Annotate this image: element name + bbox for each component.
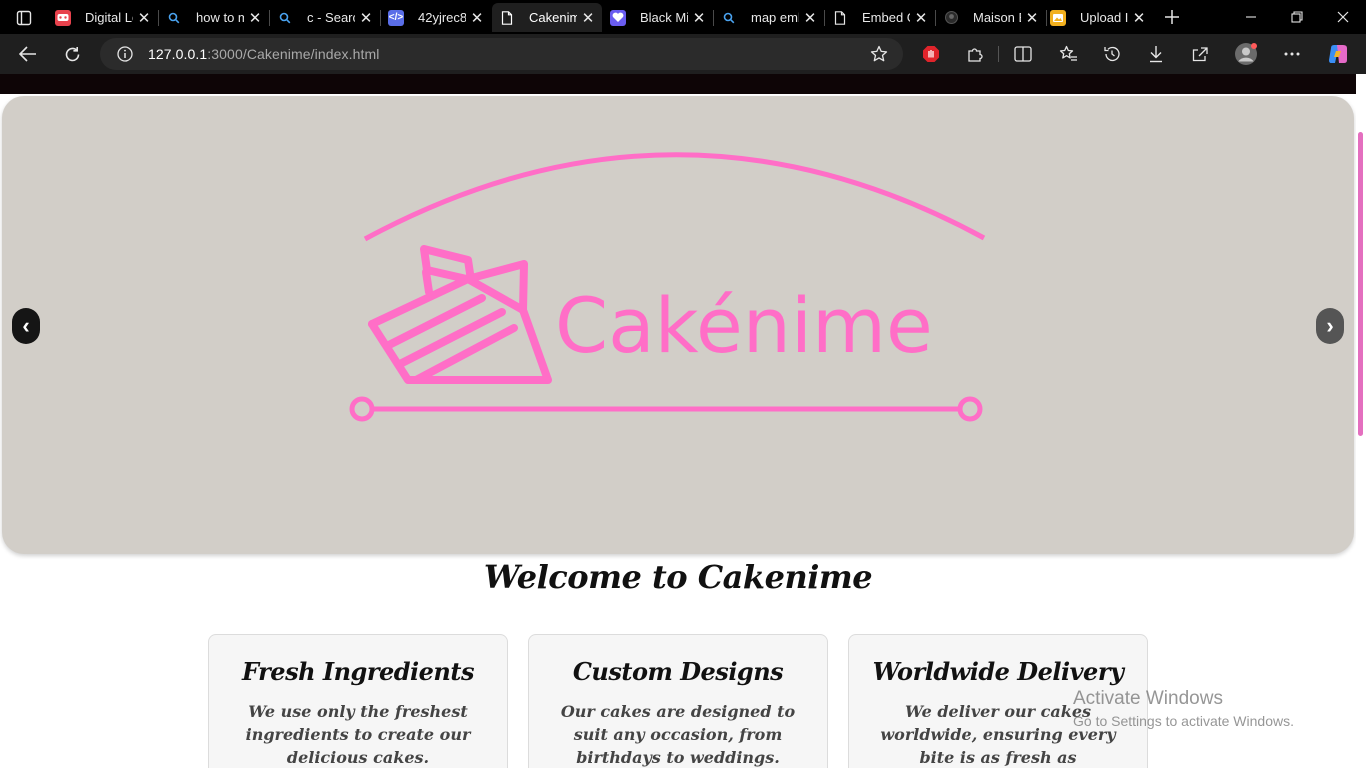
activate-windows-title: Activate Windows — [1073, 688, 1223, 709]
tab-title: map emb — [751, 10, 799, 25]
close-icon[interactable]: ✕ — [470, 10, 484, 27]
address-bar[interactable]: 127.0.0.1:3000/Cakenime/index.html — [100, 38, 903, 70]
tab-upload-ir[interactable]: Upload Ir ✕ — [1043, 3, 1153, 32]
profile-avatar[interactable] — [1231, 40, 1261, 68]
tab-title: Embed G — [862, 10, 910, 25]
feature-text: Our cakes are designed to suit any occas… — [560, 702, 796, 767]
feature-card-fresh-ingredients: Fresh Ingredients We use only the freshe… — [208, 634, 508, 768]
tab-title: 42yjrec8f — [418, 10, 466, 25]
close-icon[interactable]: ✕ — [1132, 10, 1146, 27]
game-controller-icon — [55, 9, 71, 26]
tab-embed-g[interactable]: Embed G ✕ — [825, 3, 935, 32]
adblock-icon[interactable] — [916, 40, 946, 68]
refresh-button[interactable] — [57, 40, 87, 68]
carousel-next-button[interactable]: › — [1316, 308, 1344, 344]
restore-button[interactable] — [1274, 0, 1320, 34]
copilot-icon[interactable] — [1323, 40, 1353, 68]
favorite-star-icon[interactable] — [869, 44, 889, 64]
page-scrollbar[interactable] — [1356, 74, 1366, 768]
page-icon — [832, 10, 848, 26]
browser-toolbar: 127.0.0.1:3000/Cakenime/index.html — [0, 34, 1366, 74]
extensions-icon[interactable] — [960, 40, 990, 68]
browser-tab-strip: Digital Lo ✕ how to m ✕ c - Search ✕ </>… — [0, 0, 1366, 34]
search-icon — [166, 10, 182, 26]
tab-title: c - Search — [307, 10, 355, 25]
code-icon: </> — [388, 9, 404, 26]
github-icon — [943, 10, 959, 26]
favorites-icon[interactable] — [1053, 40, 1083, 68]
search-icon — [721, 10, 737, 26]
url-text[interactable]: 127.0.0.1:3000/Cakenime/index.html — [148, 46, 379, 62]
tab-how-to-m[interactable]: how to m ✕ — [159, 3, 269, 32]
page-icon — [499, 10, 515, 26]
feature-title: Custom Designs — [572, 657, 784, 686]
tab-c-search[interactable]: c - Search ✕ — [270, 3, 380, 32]
close-window-button[interactable] — [1320, 0, 1366, 34]
site-info-icon[interactable] — [116, 45, 134, 63]
cakenime-logo: Cakénime — [349, 152, 986, 422]
scrollbar-thumb[interactable] — [1358, 132, 1363, 436]
feature-title: Fresh Ingredients — [242, 657, 474, 686]
activate-windows-subtitle: Go to Settings to activate Windows. — [1073, 713, 1294, 729]
hero-carousel: Cakénime ‹ › — [2, 96, 1354, 554]
tab-digital-lo[interactable]: Digital Lo ✕ — [48, 3, 158, 32]
back-button[interactable] — [13, 40, 43, 68]
downloads-icon[interactable] — [1141, 40, 1171, 68]
minimize-button[interactable] — [1228, 0, 1274, 34]
logo-wordmark: Cakénime — [555, 281, 933, 370]
feature-card-custom-designs: Custom Designs Our cakes are designed to… — [528, 634, 828, 768]
close-icon[interactable]: ✕ — [137, 10, 151, 27]
page-viewport: Cakénime ‹ › Welcome to Cakenime Fresh I… — [0, 74, 1366, 768]
tab-title: Maison E — [973, 10, 1021, 25]
close-icon[interactable]: ✕ — [359, 10, 373, 27]
split-screen-icon[interactable] — [1008, 40, 1038, 68]
tab-title: Digital Lo — [85, 10, 133, 25]
upload-icon — [1050, 9, 1066, 26]
heart-icon — [610, 9, 626, 26]
close-icon[interactable]: ✕ — [1025, 10, 1039, 27]
close-icon[interactable]: ✕ — [914, 10, 928, 27]
site-header — [0, 74, 1356, 94]
history-icon[interactable] — [1097, 40, 1127, 68]
tab-title: Black Min — [640, 10, 688, 25]
carousel-prev-button[interactable]: ‹ — [12, 308, 40, 344]
feature-text: We use only the freshest ingredients to … — [245, 702, 471, 767]
close-icon[interactable]: ✕ — [692, 10, 706, 27]
toolbar-divider — [998, 46, 999, 62]
url-host: 127.0.0.1 — [148, 46, 208, 62]
new-tab-button[interactable] — [1158, 4, 1186, 30]
page-title: Welcome to Cakenime — [483, 558, 873, 596]
tab-title: Upload Ir — [1080, 10, 1128, 25]
more-menu-icon[interactable] — [1277, 40, 1307, 68]
activate-windows-watermark: Activate Windows Go to Settings to activ… — [1073, 688, 1294, 729]
close-icon[interactable]: ✕ — [803, 10, 817, 27]
close-icon[interactable]: ✕ — [248, 10, 262, 27]
tab-map-emb[interactable]: map emb ✕ — [714, 3, 824, 32]
tab-cakenime[interactable]: Cakenime ✕ — [492, 3, 602, 32]
tab-black-min[interactable]: Black Min ✕ — [603, 3, 713, 32]
tab-42yjrec8f[interactable]: </> 42yjrec8f ✕ — [381, 3, 491, 32]
tab-title: how to m — [196, 10, 244, 25]
tab-title: Cakenime — [529, 10, 577, 25]
search-icon — [277, 10, 293, 26]
tab-maison-e[interactable]: Maison E ✕ — [936, 3, 1046, 32]
close-icon[interactable]: ✕ — [581, 10, 595, 27]
url-path: :3000/Cakenime/index.html — [207, 46, 380, 62]
tab-actions-icon[interactable] — [10, 7, 38, 29]
share-icon[interactable] — [1185, 40, 1215, 68]
feature-title: Worldwide Delivery — [872, 657, 1124, 686]
